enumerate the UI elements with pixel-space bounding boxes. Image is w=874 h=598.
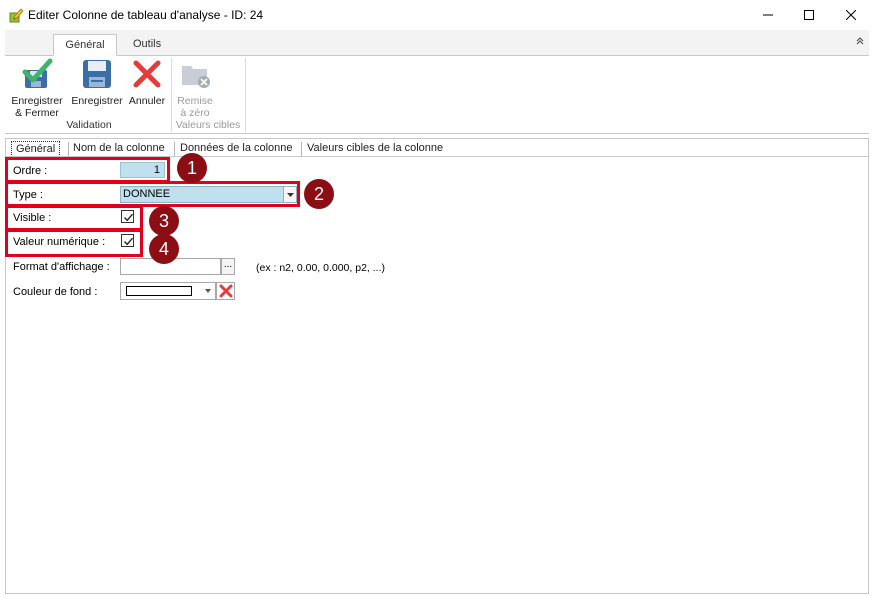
save-label: Enregistrer	[71, 95, 123, 107]
floppy-disk-icon	[69, 58, 125, 93]
reset-label-2: à zéro	[180, 107, 210, 119]
format-label: Format d'affichage :	[13, 261, 110, 273]
minimize-button[interactable]	[745, 0, 791, 30]
ribbon-collapse-icon[interactable]	[855, 37, 865, 47]
annotation-marker-2: 2	[304, 179, 334, 209]
folder-reset-icon	[173, 58, 217, 93]
annotation-marker-3: 3	[149, 206, 179, 236]
ribbon-tab-strip: Général Outils	[5, 30, 869, 56]
highlight-box	[5, 157, 170, 183]
format-browse-button[interactable]: ...	[221, 258, 235, 275]
window-title: Editer Colonne de tableau d'analyse - ID…	[28, 8, 264, 22]
tab-nom-colonne[interactable]: Nom de la colonne	[69, 141, 169, 157]
window-titlebar: Editer Colonne de tableau d'analyse - ID…	[0, 0, 874, 30]
save-close-label-1: Enregistrer	[11, 95, 63, 107]
clear-color-button[interactable]	[216, 282, 235, 300]
chevron-down-icon[interactable]	[203, 286, 213, 296]
tab-valeurs-cibles[interactable]: Valeurs cibles de la colonne	[303, 141, 447, 157]
ribbon-tab-general[interactable]: Général	[53, 34, 117, 56]
annotation-marker-4: 4	[149, 234, 179, 264]
highlight-box	[5, 181, 300, 207]
ribbon-panel: Enregistrer & Fermer Enregistrer Annuler…	[5, 56, 869, 134]
cancel-label: Annuler	[128, 95, 166, 107]
clear-x-icon	[219, 284, 232, 298]
group-label-validation: Validation	[66, 119, 112, 131]
format-hint: (ex : n2, 0.00, 0.000, p2, ...)	[256, 262, 385, 274]
cancel-button[interactable]: Annuler	[127, 58, 167, 107]
annotation-marker-1: 1	[177, 153, 207, 183]
couleur-picker[interactable]	[120, 282, 216, 300]
tab-general[interactable]: Général	[11, 141, 61, 157]
maximize-button[interactable]	[786, 0, 832, 30]
tab-separator	[174, 142, 175, 156]
highlight-box	[5, 229, 143, 257]
edit-pencil-icon	[8, 7, 24, 23]
save-close-icon	[9, 58, 65, 93]
cancel-x-icon	[127, 58, 167, 93]
close-button[interactable]	[828, 0, 874, 30]
group-label-valeurs-cibles: Valeurs cibles	[175, 119, 241, 131]
highlight-box	[5, 205, 143, 231]
reset-label-1: Remise	[177, 95, 213, 107]
ribbon-tab-outils[interactable]: Outils	[123, 34, 171, 56]
save-close-button[interactable]: Enregistrer & Fermer	[9, 58, 65, 119]
ribbon-group-separator	[245, 58, 246, 132]
save-close-label-2: & Fermer	[15, 107, 59, 119]
reset-button[interactable]: Remise à zéro	[173, 58, 217, 119]
color-swatch	[126, 286, 192, 296]
couleur-label: Couleur de fond :	[13, 286, 98, 298]
save-button[interactable]: Enregistrer	[69, 58, 125, 107]
tab-separator	[301, 142, 302, 156]
